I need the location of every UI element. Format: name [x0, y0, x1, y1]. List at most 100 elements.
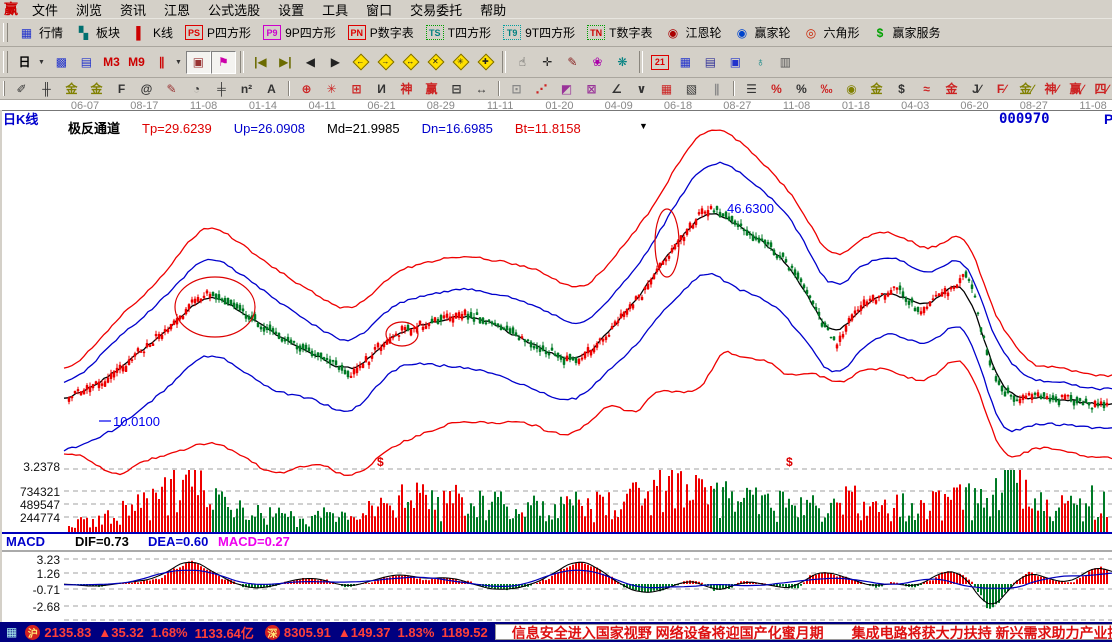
- tool-angle-line[interactable]: ∠: [604, 79, 629, 98]
- tool-diamond-star[interactable]: ✳: [448, 51, 473, 74]
- tool-diamond-left[interactable]: ←: [348, 51, 373, 74]
- tool-gold-ruler-1[interactable]: 金: [59, 79, 84, 98]
- tool-width-measure[interactable]: ↔: [469, 79, 494, 98]
- tool-flower-tool[interactable]: ❀: [585, 51, 610, 74]
- tool-notes[interactable]: ▤: [698, 51, 723, 74]
- tool-gold-angle-2[interactable]: 金∕: [1014, 79, 1039, 98]
- btn-kline[interactable]: ▌K线: [126, 22, 179, 43]
- period-day-dropdown-icon[interactable]: ▼: [38, 59, 45, 66]
- tool-j-angle[interactable]: J∕: [964, 79, 989, 98]
- menu-tools[interactable]: 工具: [313, 3, 357, 18]
- tool-text-tool[interactable]: A: [259, 79, 284, 98]
- tool-ying-angle[interactable]: 赢∕: [1064, 79, 1089, 98]
- tool-pen-ruler[interactable]: ✎: [159, 79, 184, 98]
- tool-diamond-plus[interactable]: ✚: [473, 51, 498, 74]
- tool-si-angle[interactable]: 四∕: [1089, 79, 1112, 98]
- tool-net-tool[interactable]: ❋: [610, 51, 635, 74]
- news-ticker[interactable]: 信息安全进入国家视野 网络设备将迎国产化蜜月期 集成电路将获大力扶持 新兴需求助…: [495, 624, 1112, 640]
- tool-web-export[interactable]: ♁: [748, 51, 773, 74]
- tool-f-ruler[interactable]: F: [109, 79, 134, 98]
- btn-winner-service[interactable]: $赢家服务: [866, 22, 947, 43]
- btn-hexagon[interactable]: ◎六角形: [797, 22, 866, 43]
- tool-gold-ruler-2[interactable]: 金: [84, 79, 109, 98]
- btn-winner-wheel[interactable]: ◉赢家轮: [727, 22, 796, 43]
- tool-diamond-close[interactable]: ✕: [423, 51, 448, 74]
- tool-last-page[interactable]: ▶|: [273, 51, 298, 74]
- menu-browse[interactable]: 浏览: [67, 3, 111, 18]
- tool-money-flow[interactable]: $: [889, 79, 914, 98]
- btn-p-number-table[interactable]: PNP数字表: [342, 22, 420, 43]
- tool-save[interactable]: ▣: [723, 51, 748, 74]
- tool-ruler-tool[interactable]: ╫: [34, 79, 59, 98]
- quote-grid-icon[interactable]: ▦: [6, 626, 17, 639]
- tool-gold-line[interactable]: 金: [864, 79, 889, 98]
- tool-flag-marker[interactable]: ⚑: [211, 51, 236, 74]
- stock-code[interactable]: 000970: [999, 111, 1050, 127]
- menu-trade[interactable]: 交易委托: [401, 3, 471, 18]
- tool-f10-info[interactable]: ▤: [74, 51, 99, 74]
- menu-settings[interactable]: 设置: [269, 3, 313, 18]
- btn-t-square[interactable]: TST四方形: [420, 22, 497, 43]
- tool-diamond-expand[interactable]: ↔: [398, 51, 423, 74]
- menu-news[interactable]: 资讯: [111, 3, 155, 18]
- btn-quotes[interactable]: ▦行情: [12, 22, 69, 43]
- btn-gann-wheel[interactable]: ◉江恩轮: [658, 22, 727, 43]
- tool-wave-3[interactable]: M3: [99, 51, 124, 74]
- tool-star-web[interactable]: ✳: [319, 79, 344, 98]
- macd-title[interactable]: MACD: [6, 534, 45, 549]
- tool-f-angle[interactable]: F∕: [989, 79, 1014, 98]
- tool-percent[interactable]: %: [789, 79, 814, 98]
- tool-fan-lines[interactable]: ⋰: [529, 79, 554, 98]
- tool-fan-box[interactable]: ◩: [554, 79, 579, 98]
- tool-gann-box-tool[interactable]: ▣: [186, 51, 211, 74]
- tool-circle-cross[interactable]: ⊕: [294, 79, 319, 98]
- tool-calendar[interactable]: 21: [647, 51, 673, 74]
- menu-file[interactable]: 文件: [23, 3, 67, 18]
- tool-web-box[interactable]: ⊞: [344, 79, 369, 98]
- btn-9p-square[interactable]: P99P四方形: [257, 22, 342, 43]
- tool-web-square[interactable]: ⊠: [579, 79, 604, 98]
- btn-t-number-table[interactable]: TNT数字表: [581, 22, 658, 43]
- tool-tick-ruler[interactable]: ╪: [209, 79, 234, 98]
- tool-first-page[interactable]: |◀: [248, 51, 273, 74]
- tool-n-wave[interactable]: И: [369, 79, 394, 98]
- tool-mark-tool[interactable]: ✎: [560, 51, 585, 74]
- indicator-name[interactable]: 极反通道: [68, 121, 120, 136]
- tool-parallel-lines[interactable]: ∥: [704, 79, 729, 98]
- tool-axis-grid[interactable]: ▧: [679, 79, 704, 98]
- menu-formula-pick[interactable]: 公式选股: [199, 3, 269, 18]
- tool-box-select[interactable]: ⊡: [504, 79, 529, 98]
- btn-p-square[interactable]: PSP四方形: [179, 22, 257, 43]
- tool-percent-gold[interactable]: ‰: [814, 79, 839, 98]
- tool-drag-hand[interactable]: ☝: [510, 51, 535, 74]
- menu-window[interactable]: 窗口: [357, 3, 401, 18]
- tool-pc-export[interactable]: ▥: [773, 51, 798, 74]
- tool-price-digits[interactable]: ☰: [739, 79, 764, 98]
- btn-sectors[interactable]: ▚板块: [69, 22, 126, 43]
- tool-ying-box[interactable]: 赢: [419, 79, 444, 98]
- tool-gold-angle[interactable]: 金: [939, 79, 964, 98]
- menu-gann[interactable]: 江恩: [155, 3, 199, 18]
- tool-shen-box[interactable]: 神: [394, 79, 419, 98]
- tool-period-day[interactable]: 日▼: [12, 51, 49, 74]
- tool-main-chart-mode[interactable]: ▩: [49, 51, 74, 74]
- tool-circle-spiral[interactable]: ◔: [184, 79, 209, 98]
- tool-grid-box[interactable]: ▦: [654, 79, 679, 98]
- tool-ruler-123[interactable]: ⊟: [444, 79, 469, 98]
- tool-percent-line[interactable]: %: [764, 79, 789, 98]
- tool-next-page[interactable]: ▶: [323, 51, 348, 74]
- tool-wave-9[interactable]: M9: [124, 51, 149, 74]
- sh-index-quote[interactable]: 沪 2135.83 ▲35.32 1.68% 1133.64亿: [21, 623, 261, 642]
- tool-gold-circle[interactable]: ◉: [839, 79, 864, 98]
- tool-diamond-right[interactable]: →: [373, 51, 398, 74]
- tool-prev-page[interactable]: ◀: [298, 51, 323, 74]
- chart-region[interactable]: 日K线 极反通道Tp=29.6239Up=26.0908Md=21.9985Dn…: [0, 110, 1112, 622]
- tool-wave-gauge[interactable]: ≈: [914, 79, 939, 98]
- tool-knife-tool[interactable]: ✐: [9, 79, 34, 98]
- tool-crosshair[interactable]: ✛: [535, 51, 560, 74]
- candle-style-dropdown-icon[interactable]: ▼: [175, 59, 182, 66]
- tool-calculator[interactable]: ▦: [673, 51, 698, 74]
- tool-spiral-tool[interactable]: @: [134, 79, 159, 98]
- menu-help[interactable]: 帮助: [471, 3, 515, 18]
- tool-v-line[interactable]: ∨: [629, 79, 654, 98]
